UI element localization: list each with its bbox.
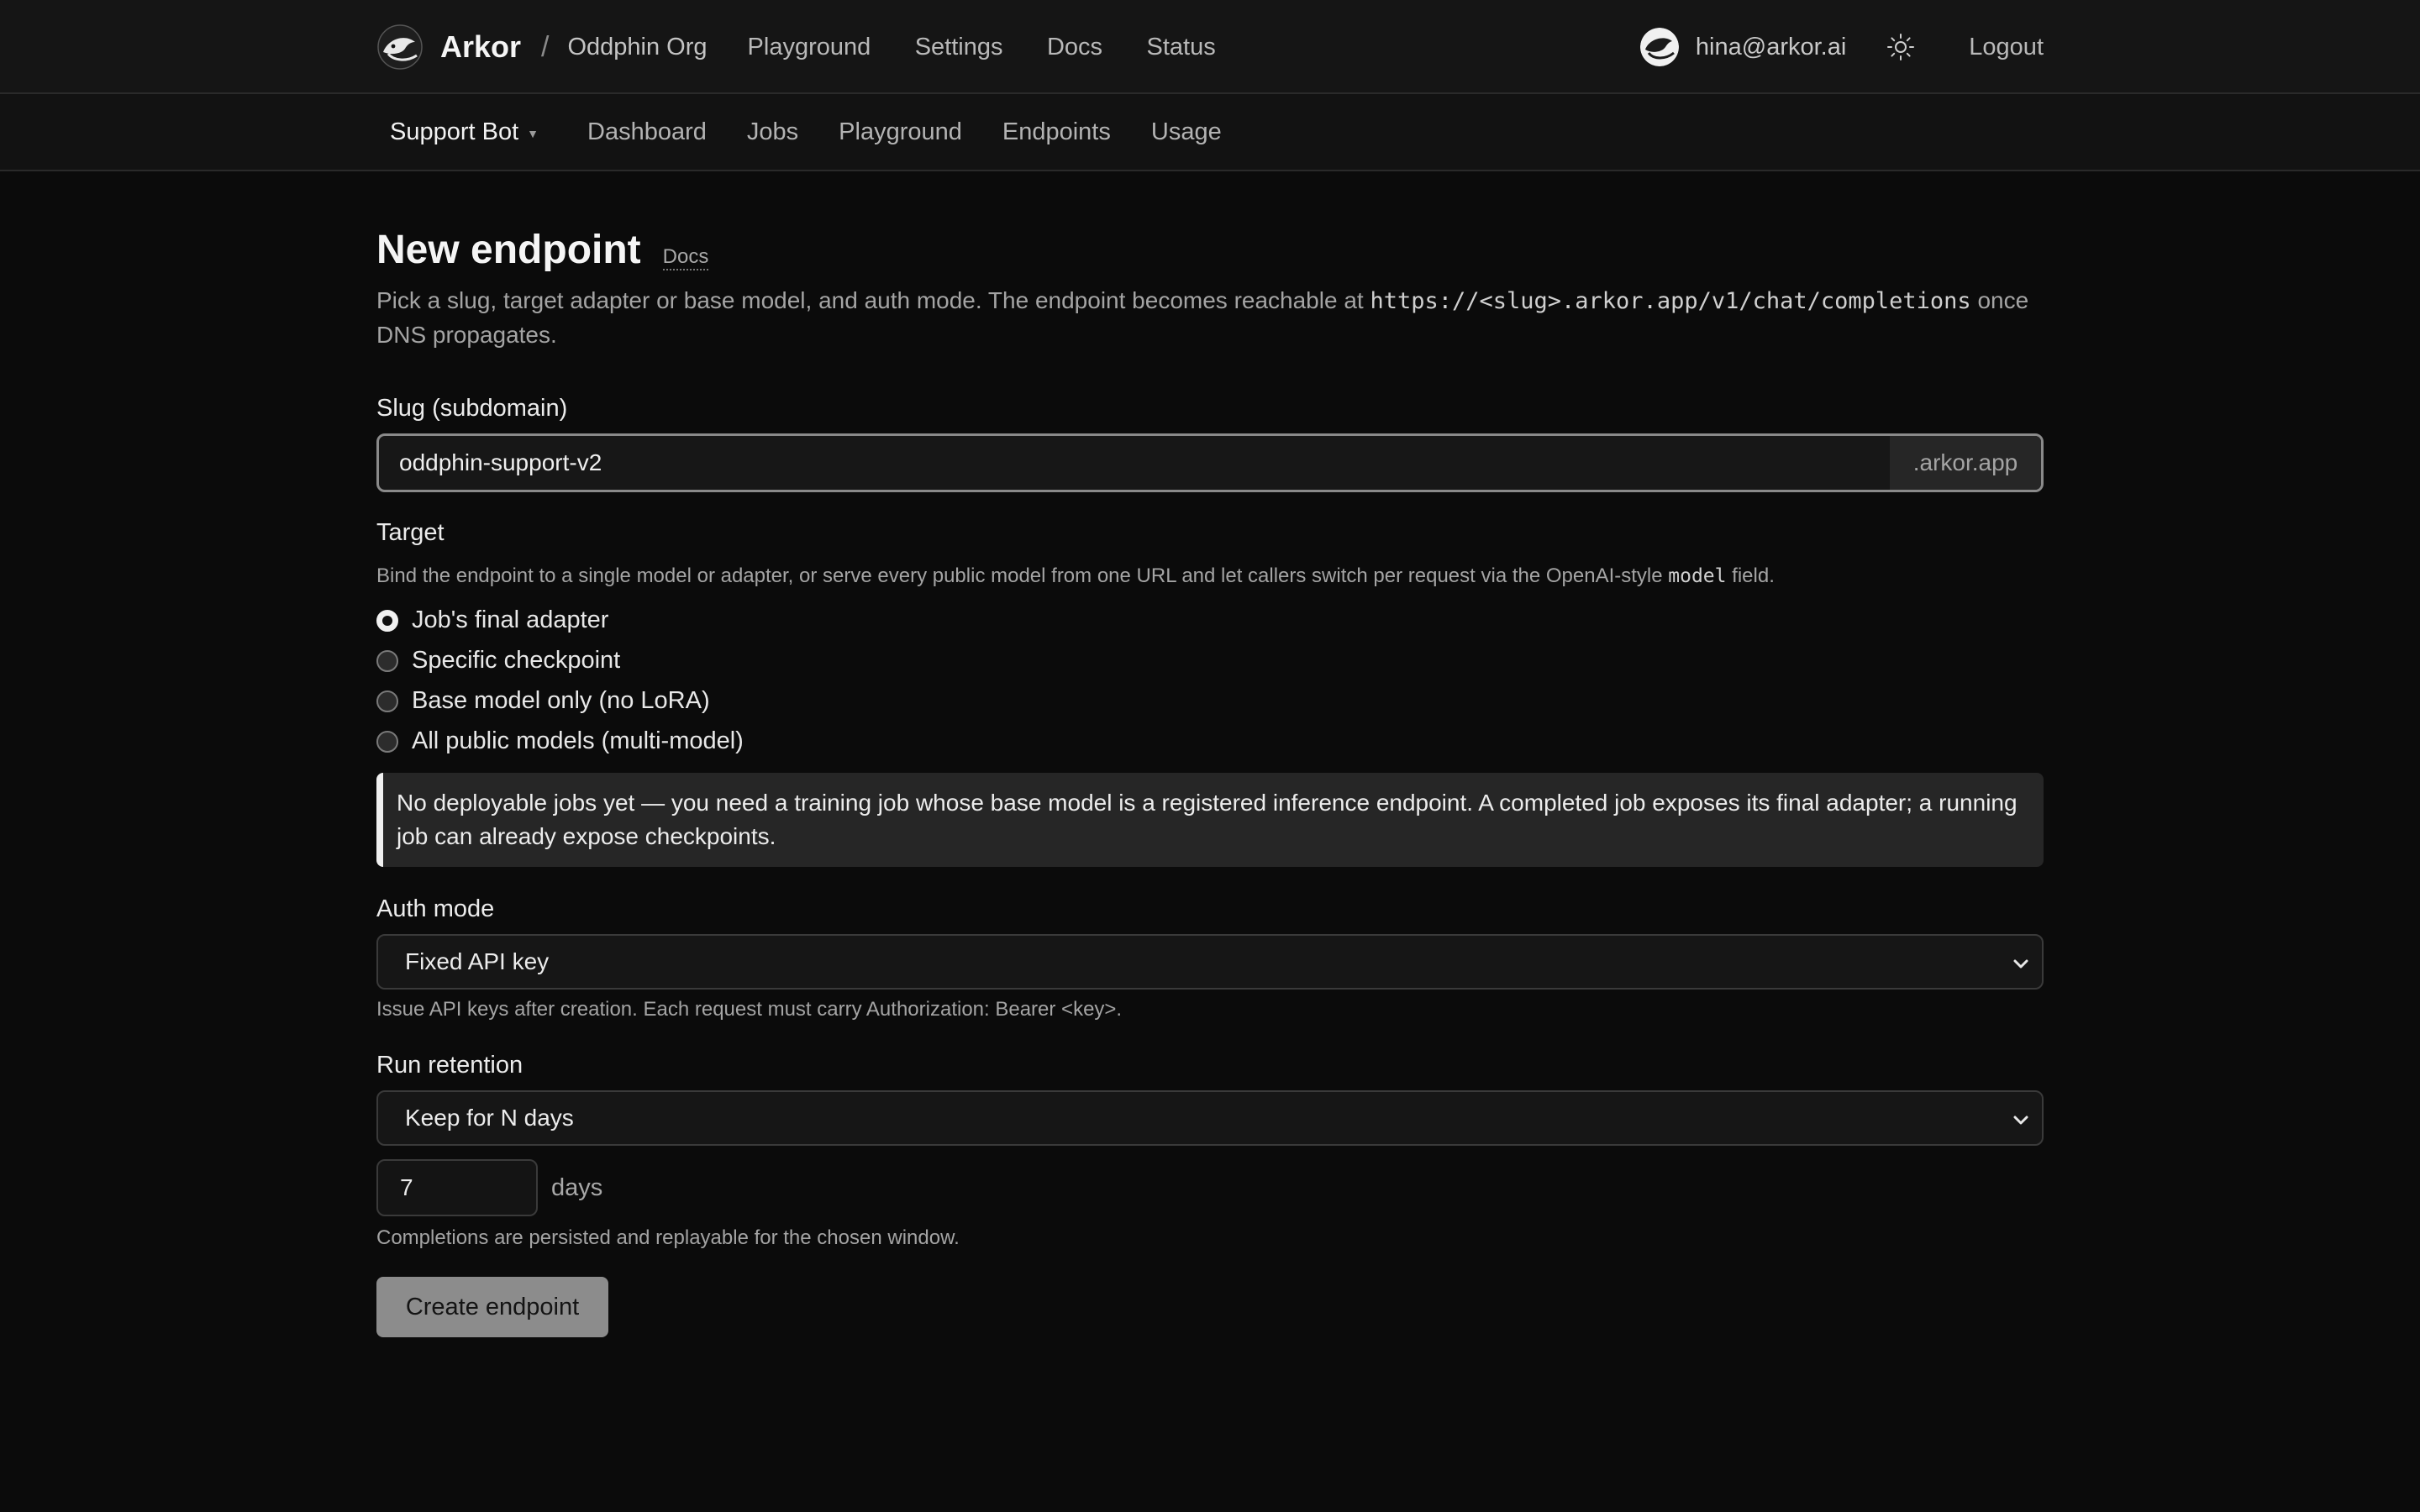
project-bar-inner: Support Bot ▼ Dashboard Jobs Playground … xyxy=(376,94,1262,170)
docs-link[interactable]: Docs xyxy=(662,245,709,270)
project-switcher[interactable]: Support Bot ▼ xyxy=(390,118,539,146)
logout-link[interactable]: Logout xyxy=(1969,34,2044,61)
top-bar-inner: Arkor / Oddphin Org Playground Settings … xyxy=(376,0,2044,94)
retention-value: Keep for N days xyxy=(405,1105,574,1131)
slug-suffix: .arkor.app xyxy=(1890,436,2041,490)
retention-select[interactable]: Keep for N days xyxy=(376,1090,2044,1146)
radio-unchecked[interactable] xyxy=(376,730,398,753)
org-switcher[interactable]: Oddphin Org xyxy=(567,34,707,61)
project-nav-endpoints[interactable]: Endpoints xyxy=(1002,118,1111,146)
target-option-label: All public models (multi-model) xyxy=(412,727,744,754)
project-name: Support Bot xyxy=(390,118,519,145)
dolphin-logo-icon[interactable] xyxy=(376,24,424,71)
breadcrumb-separator: / xyxy=(541,30,550,63)
top-nav-docs[interactable]: Docs xyxy=(1047,34,1102,60)
radio-unchecked[interactable] xyxy=(376,690,398,712)
project-bar: Support Bot ▼ Dashboard Jobs Playground … xyxy=(0,94,2420,171)
target-help-code: model xyxy=(1668,565,1727,587)
radio-checked[interactable] xyxy=(376,609,398,632)
project-nav-usage[interactable]: Usage xyxy=(1151,118,1222,146)
target-option-label: Specific checkpoint xyxy=(412,647,621,674)
target-option-label: Base model only (no LoRA) xyxy=(412,687,710,714)
title-row: New endpoint Docs xyxy=(376,227,709,273)
project-nav-playground[interactable]: Playground xyxy=(839,118,962,146)
top-nav: Playground Settings Docs Status xyxy=(748,34,1256,61)
target-option-base-model[interactable]: Base model only (no LoRA) xyxy=(376,687,710,715)
slug-label: Slug (subdomain) xyxy=(376,395,568,422)
top-nav-status[interactable]: Status xyxy=(1146,34,1215,60)
target-help: Bind the endpoint to a single model or a… xyxy=(376,564,1775,588)
user-email[interactable]: hina@arkor.ai xyxy=(1696,34,1846,61)
retention-days-input[interactable]: 7 xyxy=(376,1159,538,1216)
user-area: hina@arkor.ai Logout xyxy=(1639,28,2044,66)
slug-input[interactable] xyxy=(379,436,1890,490)
top-bar: Arkor / Oddphin Org Playground Settings … xyxy=(0,0,2420,94)
project-nav-jobs[interactable]: Jobs xyxy=(747,118,798,146)
target-help-start: Bind the endpoint to a single model or a… xyxy=(376,564,1669,587)
page-intro: Pick a slug, target adapter or base mode… xyxy=(376,284,2044,352)
project-nav-dashboard[interactable]: Dashboard xyxy=(587,118,707,146)
target-option-checkpoint[interactable]: Specific checkpoint xyxy=(376,647,620,675)
project-nav: Dashboard Jobs Playground Endpoints Usag… xyxy=(587,118,1262,146)
endpoint-url-pattern: https://<slug>.arkor.app/v1/chat/complet… xyxy=(1370,288,1971,314)
retention-label: Run retention xyxy=(376,1052,523,1079)
auth-mode-select[interactable]: Fixed API key xyxy=(376,934,2044,990)
target-option-multi-model[interactable]: All public models (multi-model) xyxy=(376,727,744,755)
create-endpoint-button[interactable]: Create endpoint xyxy=(376,1277,608,1337)
target-option-label: Job's final adapter xyxy=(412,606,609,633)
caret-down-icon: ▼ xyxy=(527,127,539,140)
chevron-down-icon xyxy=(2013,959,2028,969)
retention-help: Completions are persisted and replayable… xyxy=(376,1226,960,1249)
target-label: Target xyxy=(376,519,445,546)
top-nav-playground[interactable]: Playground xyxy=(748,34,871,60)
auth-mode-label: Auth mode xyxy=(376,895,495,922)
no-jobs-notice: No deployable jobs yet — you need a trai… xyxy=(376,773,2044,867)
sun-icon[interactable] xyxy=(1886,33,1915,61)
top-nav-settings[interactable]: Settings xyxy=(915,34,1003,60)
intro-text-start: Pick a slug, target adapter or base mode… xyxy=(376,287,1370,313)
page-title: New endpoint xyxy=(376,228,641,272)
auth-mode-value: Fixed API key xyxy=(405,948,550,974)
brand-name[interactable]: Arkor xyxy=(440,29,521,65)
retention-days-unit: days xyxy=(551,1174,603,1201)
slug-field: .arkor.app xyxy=(376,433,2044,492)
target-option-final-adapter[interactable]: Job's final adapter xyxy=(376,606,608,634)
user-avatar[interactable] xyxy=(1639,28,1679,66)
auth-mode-help: Issue API keys after creation. Each requ… xyxy=(376,998,1123,1021)
radio-unchecked[interactable] xyxy=(376,649,398,672)
target-help-end: field. xyxy=(1726,564,1775,587)
chevron-down-icon xyxy=(2013,1116,2028,1125)
